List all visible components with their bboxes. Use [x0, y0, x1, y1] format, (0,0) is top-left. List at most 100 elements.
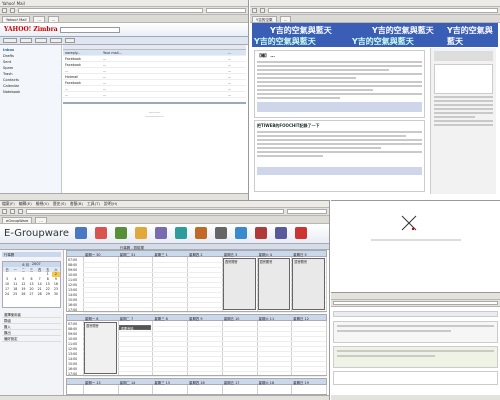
day-header[interactable]: 星期四 2 — [189, 252, 202, 257]
addressbook-icon[interactable] — [115, 227, 127, 239]
forward-icon[interactable] — [10, 209, 15, 214]
post-2-title[interactable]: 把TIWEB的FOOCHIT記錄了一下 — [257, 123, 422, 129]
menu-item[interactable]: 檢視(V) — [36, 201, 49, 207]
mail-statusbar — [0, 193, 248, 200]
message-from: Facebook — [65, 63, 81, 67]
time-label: 07:00 — [68, 258, 78, 262]
day-header[interactable]: 星期日 19 — [293, 380, 309, 385]
day-header[interactable]: 星期日 12 — [293, 316, 309, 321]
small-address-bar[interactable] — [333, 301, 498, 305]
day-header[interactable]: 星期六 18 — [259, 380, 275, 385]
sidebar-section[interactable]: 偏好設定 — [2, 336, 61, 342]
mail-search-input[interactable] — [60, 27, 120, 33]
tab-egw-2[interactable]: ... — [35, 216, 47, 223]
menu-item[interactable]: 書籤(B) — [70, 201, 83, 207]
admin-icon[interactable] — [255, 227, 267, 239]
tab-2[interactable]: ... — [33, 15, 45, 22]
day-header[interactable]: 星期四 9 — [189, 316, 202, 321]
infolog-icon[interactable] — [155, 227, 167, 239]
message-date: ... — [228, 63, 232, 67]
wiki-icon[interactable] — [215, 227, 227, 239]
reply-button[interactable] — [20, 38, 32, 43]
menu-item[interactable]: 編輯(E) — [19, 201, 32, 207]
day-header[interactable]: 星期一 30 — [85, 252, 101, 257]
tab-blog[interactable]: Y吉的空氣 — [252, 15, 277, 22]
day-header[interactable]: 星期日 5 — [293, 252, 306, 257]
projects-icon[interactable] — [195, 227, 207, 239]
help-icon[interactable] — [275, 227, 287, 239]
menu-item[interactable]: 歷史(S) — [53, 201, 66, 207]
day-header[interactable]: 星期三 15 — [154, 380, 170, 385]
calendar-event-title: 重要會議 — [120, 327, 134, 331]
new-mail-button[interactable] — [3, 38, 17, 43]
calendar-event[interactable]: 週會開會 — [84, 322, 117, 374]
calendar-event[interactable]: 重要會議 — [118, 325, 152, 331]
day-header[interactable]: 星期三 8 — [154, 316, 167, 321]
blog-address-bar[interactable] — [268, 8, 498, 13]
tab-egw[interactable]: eGroupWare — [2, 216, 33, 223]
day-header[interactable]: 星期二 7 — [120, 316, 133, 321]
menu-item[interactable]: 說明(H) — [104, 201, 117, 207]
message-subject: ... — [103, 75, 107, 79]
forward-icon[interactable] — [260, 8, 265, 13]
time-row-line — [83, 312, 326, 313]
small-panel-3 — [333, 371, 498, 385]
folder-item[interactable]: Notebook — [3, 89, 58, 95]
mail-search-box[interactable] — [206, 8, 246, 13]
calendar-event[interactable]: 週會開會 — [257, 258, 291, 310]
forward-icon[interactable] — [10, 8, 15, 13]
day-header[interactable]: 星期二 14 — [120, 380, 136, 385]
mini-calendar: 6 月 2007 日一二三四五六 1 2 3 4 5 6 7 8 9 10 11 12 13 14 15 16… — [2, 261, 61, 308]
day-header[interactable]: 星期五 10 — [224, 316, 240, 321]
files-icon[interactable] — [175, 227, 187, 239]
calendar-event[interactable]: 週會開會 — [222, 258, 256, 310]
reload-icon[interactable] — [18, 209, 23, 214]
day-header[interactable]: 星期二 31 — [120, 252, 136, 257]
day-header[interactable]: 星期一 6 — [85, 316, 98, 321]
week-view-3: 星期一 13 星期二 14 星期三 15 星期四 16 星期五 17 星期六 18 星期日 … — [66, 378, 327, 395]
egw-search-box[interactable] — [287, 209, 327, 214]
back-icon[interactable] — [2, 209, 7, 214]
email-icon[interactable] — [135, 227, 147, 239]
time-label: 11:00 — [68, 342, 78, 346]
egw-address-bar[interactable] — [26, 209, 284, 214]
week-header: 星期一 6 星期二 7 星期三 8 星期四 9 星期五 10 星期六 11 星期日 12 — [67, 315, 326, 321]
message-from: ... — [65, 93, 69, 97]
message-date: ... — [228, 51, 232, 55]
tab-mail[interactable]: Yahoo! Mail — [2, 15, 31, 22]
back-icon[interactable] — [252, 8, 257, 13]
time-label: 09:00 — [68, 332, 78, 336]
time-row-line — [83, 341, 326, 342]
forward-button[interactable] — [35, 38, 47, 43]
day-header[interactable]: 星期四 16 — [189, 380, 205, 385]
time-label: 08:00 — [68, 327, 78, 331]
calendar-app-icon[interactable] — [95, 227, 107, 239]
egw-header: E-Groupware — [0, 224, 329, 244]
tab-3[interactable]: ... — [47, 15, 60, 22]
prefs-icon[interactable] — [235, 227, 247, 239]
mail-toolbar — [0, 37, 248, 45]
time-label: 11:00 — [68, 278, 78, 282]
message-subject: ... — [103, 93, 107, 97]
day-header[interactable]: 星期六 4 — [259, 252, 272, 257]
day-header[interactable]: 星期三 1 — [154, 252, 167, 257]
logout-icon[interactable] — [295, 227, 307, 239]
home-icon[interactable] — [75, 227, 87, 239]
week-header: 星期一 13 星期二 14 星期三 15 星期四 16 星期五 17 星期六 18 星期日 … — [67, 379, 326, 385]
tab-blog-2[interactable]: ... — [279, 15, 292, 22]
folder-list: Inbox Drafts Sent Spam Trash Contacts Calendar… — [0, 45, 61, 97]
menu-item[interactable]: 檔案(F) — [2, 201, 15, 207]
egw-tabs: eGroupWare ... — [0, 216, 329, 224]
day-header[interactable]: 星期六 11 — [259, 316, 275, 321]
back-icon[interactable] — [2, 8, 7, 13]
day-header[interactable]: 星期五 3 — [224, 252, 237, 257]
print-button[interactable] — [65, 38, 75, 43]
mail-address-bar[interactable] — [18, 8, 203, 13]
menu-item[interactable]: 工具(T) — [87, 201, 100, 207]
calendar-event[interactable]: 週會開會 — [292, 258, 325, 310]
message-row[interactable]: ......... — [63, 92, 246, 98]
post-1-title[interactable]: 【轉】 ... — [257, 53, 422, 59]
day-header[interactable]: 星期五 17 — [224, 380, 240, 385]
delete-button[interactable] — [50, 38, 62, 43]
day-header[interactable]: 星期一 13 — [85, 380, 101, 385]
